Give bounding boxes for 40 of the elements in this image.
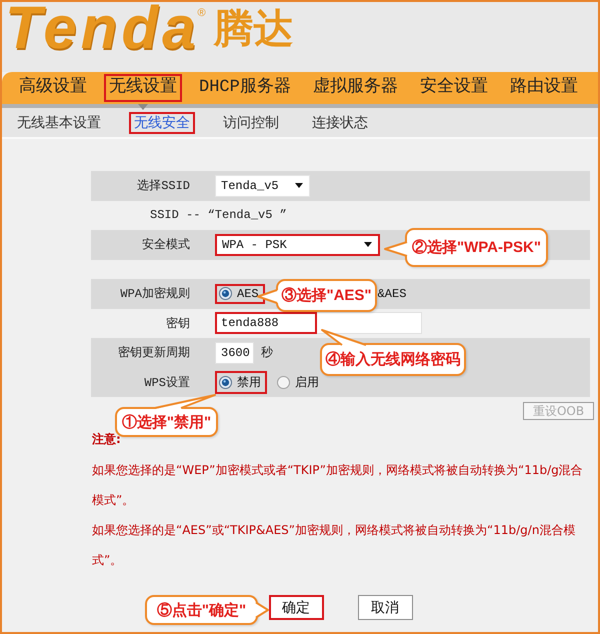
subnav-tab[interactable]: 访问控制 — [218, 112, 284, 134]
callout-pointer — [256, 288, 278, 305]
field-label: 安全模式 — [142, 237, 190, 254]
callout-bubble: ②选择"WPA-PSK" — [405, 228, 548, 267]
cancel-button[interactable]: 取消 — [358, 595, 412, 620]
dropdown-caret-icon — [295, 183, 303, 188]
text-input-field[interactable]: 3600 — [215, 342, 254, 364]
callout-pointer — [320, 328, 368, 347]
field-label: 密钥更新周期 — [118, 345, 190, 362]
radio-option[interactable]: AES — [215, 284, 265, 304]
dropdown-select[interactable]: Tenda_v5 — [215, 174, 310, 197]
subnav-tab[interactable]: 无线基本设置 — [12, 112, 106, 134]
field-label: 密钥 — [166, 316, 190, 332]
callout-bubble: ③选择"AES" — [276, 279, 377, 312]
nav-tab[interactable]: 虚拟服务器 — [308, 74, 403, 102]
unit-label: 秒 — [261, 344, 273, 362]
logo-chinese-name: 腾达 — [214, 8, 294, 50]
field-label: 选择SSID — [137, 178, 190, 194]
ssid-info-text: SSID -- “Tenda_v5 ” — [150, 208, 287, 222]
registered-mark: ® — [197, 8, 206, 19]
radio-icon[interactable] — [219, 287, 232, 300]
subnav-tab[interactable]: 无线安全 — [129, 112, 195, 134]
subnav-tab[interactable]: 连接状态 — [307, 112, 373, 134]
notice-paragraph: 如果您选择的是“WEP”加密模式或者“TKIP”加密规则，网络模式将被自动转换为“11b/g混合模式”。 — [92, 462, 584, 509]
notice-paragraph: 如果您选择的是“AES”或“TKIP&AES”加密规则，网络模式将被自动转换为“11b/g/n混合模式”。 — [92, 522, 576, 569]
radio-icon[interactable] — [277, 376, 290, 389]
callout-pointer — [255, 601, 270, 619]
radio-icon[interactable] — [219, 376, 232, 389]
nav-tab[interactable]: DHCP服务器 — [194, 74, 296, 102]
field-label: WPS设置 — [144, 374, 190, 391]
field-label: WPA加密规则 — [120, 286, 190, 302]
callout-pointer — [383, 240, 408, 258]
callout-pointer — [153, 393, 217, 410]
nav-tab[interactable]: 路由设置 — [504, 74, 583, 102]
option-text: &AES — [378, 286, 406, 301]
dropdown-caret-icon — [364, 242, 372, 248]
nav-tab[interactable]: 安全设置 — [414, 74, 493, 102]
nav-tab[interactable]: 高级设置 — [14, 74, 92, 102]
dropdown-select[interactable]: WPA - PSK — [215, 234, 380, 256]
radio-option[interactable]: 禁用 — [215, 370, 267, 394]
